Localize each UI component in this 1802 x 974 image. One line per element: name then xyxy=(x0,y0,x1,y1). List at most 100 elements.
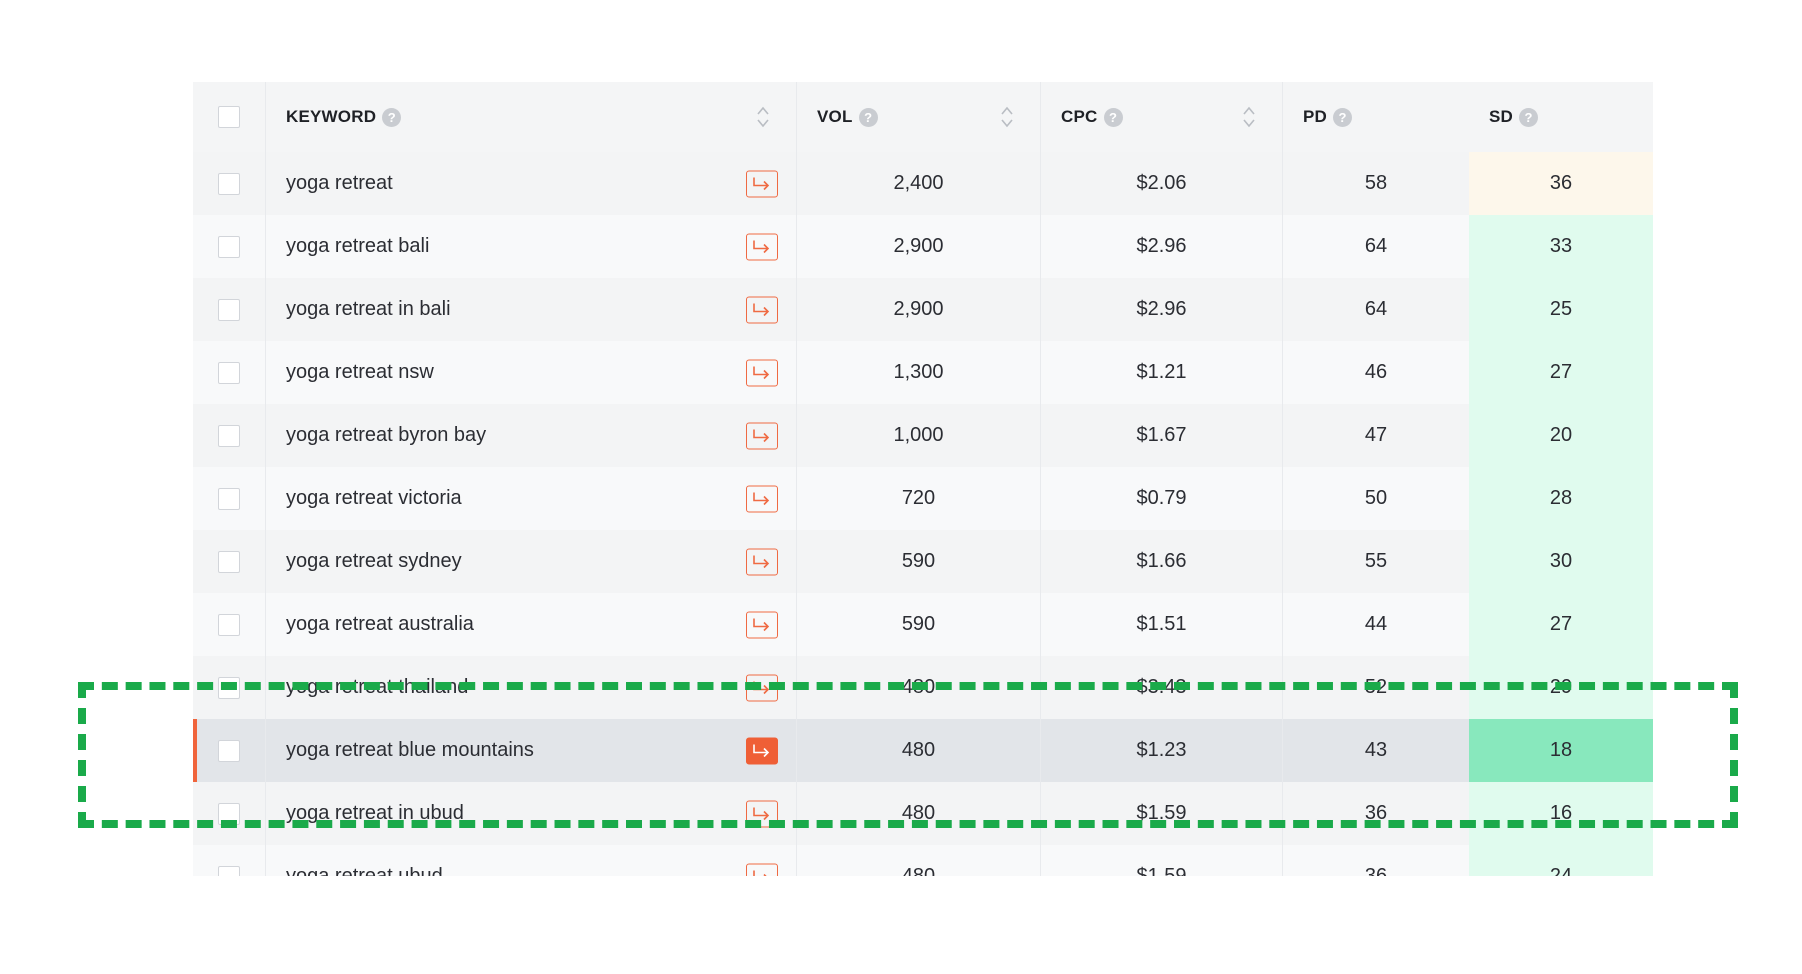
pd-cell: 44 xyxy=(1283,593,1469,656)
open-keyword-button[interactable] xyxy=(746,548,778,575)
sd-column-header[interactable]: SD ? xyxy=(1469,82,1653,152)
keyword-cell: yoga retreat sydney xyxy=(265,530,797,593)
table-row[interactable]: yoga retreat blue mountains 480 $1.23 43 18 xyxy=(193,719,1653,782)
cpc-header-label: CPC xyxy=(1061,107,1098,126)
row-checkbox[interactable] xyxy=(218,298,240,321)
row-select-cell xyxy=(193,845,265,876)
keyword-sort-icon[interactable] xyxy=(756,105,770,129)
keyword-text[interactable]: yoga retreat in ubud xyxy=(286,802,464,825)
table-row[interactable]: yoga retreat byron bay 1,000 $1.67 47 20 xyxy=(193,404,1653,467)
keyword-text[interactable]: yoga retreat in bali xyxy=(286,298,451,321)
open-in-icon xyxy=(753,366,770,380)
select-all-checkbox[interactable] xyxy=(218,106,240,128)
sd-cell: 16 xyxy=(1469,782,1653,845)
row-checkbox[interactable] xyxy=(218,361,240,384)
vol-value: 1,300 xyxy=(893,361,944,383)
pd-value: 64 xyxy=(1364,235,1388,257)
row-select-cell xyxy=(193,719,265,782)
cpc-column-header[interactable]: CPC ? xyxy=(1041,82,1283,152)
open-in-icon xyxy=(753,429,770,443)
row-checkbox[interactable] xyxy=(218,172,240,195)
table-row[interactable]: yoga retreat ubud 480 $1.59 36 24 xyxy=(193,845,1653,876)
keyword-text[interactable]: yoga retreat byron bay xyxy=(286,424,486,447)
open-in-icon xyxy=(753,240,770,254)
cpc-cell: $1.51 xyxy=(1041,593,1283,656)
vol-header-label: VOL xyxy=(817,107,853,126)
sd-value: 20 xyxy=(1549,424,1573,446)
open-keyword-button[interactable] xyxy=(746,296,778,323)
row-checkbox[interactable] xyxy=(218,865,240,876)
row-checkbox[interactable] xyxy=(218,487,240,510)
keyword-text[interactable]: yoga retreat victoria xyxy=(286,487,462,510)
vol-cell: 720 xyxy=(797,467,1041,530)
open-keyword-button[interactable] xyxy=(746,863,778,876)
table-row[interactable]: yoga retreat in ubud 480 $1.59 36 16 xyxy=(193,782,1653,845)
vol-sort-icon[interactable] xyxy=(1000,105,1014,129)
sd-value: 16 xyxy=(1549,802,1573,824)
keyword-text[interactable]: yoga retreat bali xyxy=(286,235,429,258)
vol-value: 2,900 xyxy=(893,235,944,257)
table-row[interactable]: yoga retreat in bali 2,900 $2.96 64 25 xyxy=(193,278,1653,341)
keyword-text[interactable]: yoga retreat sydney xyxy=(286,550,462,573)
row-checkbox[interactable] xyxy=(218,550,240,573)
row-select-cell xyxy=(193,278,265,341)
row-select-cell xyxy=(193,656,265,719)
keyword-cell: yoga retreat xyxy=(265,152,797,215)
keyword-text[interactable]: yoga retreat thailand xyxy=(286,676,468,699)
sd-cell: 27 xyxy=(1469,341,1653,404)
cpc-help-icon[interactable]: ? xyxy=(1103,107,1123,127)
pd-cell: 58 xyxy=(1283,152,1469,215)
open-keyword-button[interactable] xyxy=(746,800,778,827)
sd-value: 27 xyxy=(1549,361,1573,383)
cpc-cell: $1.66 xyxy=(1041,530,1283,593)
cpc-sort-icon[interactable] xyxy=(1242,105,1256,129)
table-row[interactable]: yoga retreat sydney 590 $1.66 55 30 xyxy=(193,530,1653,593)
cpc-value: $1.66 xyxy=(1136,550,1187,572)
table-row[interactable]: yoga retreat thailand 480 $3.43 52 29 xyxy=(193,656,1653,719)
open-keyword-button[interactable] xyxy=(746,170,778,197)
open-keyword-button[interactable] xyxy=(746,737,778,764)
keyword-text[interactable]: yoga retreat australia xyxy=(286,613,474,636)
open-keyword-button[interactable] xyxy=(746,359,778,386)
cpc-value: $3.43 xyxy=(1136,676,1187,698)
row-checkbox[interactable] xyxy=(218,613,240,636)
sd-cell: 28 xyxy=(1469,467,1653,530)
open-keyword-button[interactable] xyxy=(746,422,778,449)
row-select-cell xyxy=(193,782,265,845)
keyword-cell: yoga retreat australia xyxy=(265,593,797,656)
table-row[interactable]: yoga retreat 2,400 $2.06 58 36 xyxy=(193,152,1653,215)
sd-help-icon[interactable]: ? xyxy=(1519,107,1539,127)
vol-cell: 1,000 xyxy=(797,404,1041,467)
keyword-text[interactable]: yoga retreat blue mountains xyxy=(286,739,534,762)
pd-value: 43 xyxy=(1364,739,1388,761)
open-in-icon xyxy=(753,681,770,695)
pd-value: 47 xyxy=(1364,424,1388,446)
row-checkbox[interactable] xyxy=(218,802,240,825)
table-row[interactable]: yoga retreat victoria 720 $0.79 50 28 xyxy=(193,467,1653,530)
row-checkbox[interactable] xyxy=(218,676,240,699)
vol-column-header[interactable]: VOL ? xyxy=(797,82,1041,152)
row-checkbox[interactable] xyxy=(218,424,240,447)
cpc-value: $1.59 xyxy=(1136,865,1187,876)
keyword-text[interactable]: yoga retreat nsw xyxy=(286,361,434,384)
open-keyword-button[interactable] xyxy=(746,674,778,701)
keyword-text[interactable]: yoga retreat xyxy=(286,172,393,195)
sd-cell: 25 xyxy=(1469,278,1653,341)
open-keyword-button[interactable] xyxy=(746,485,778,512)
open-keyword-button[interactable] xyxy=(746,233,778,260)
pd-cell: 52 xyxy=(1283,656,1469,719)
keyword-column-header[interactable]: KEYWORD ? xyxy=(265,82,797,152)
open-in-icon xyxy=(753,744,770,758)
keyword-help-icon[interactable]: ? xyxy=(382,107,402,127)
table-row[interactable]: yoga retreat nsw 1,300 $1.21 46 27 xyxy=(193,341,1653,404)
row-checkbox[interactable] xyxy=(218,739,240,762)
open-keyword-button[interactable] xyxy=(746,611,778,638)
pd-help-icon[interactable]: ? xyxy=(1333,107,1353,127)
table-row[interactable]: yoga retreat bali 2,900 $2.96 64 33 xyxy=(193,215,1653,278)
keyword-cell: yoga retreat victoria xyxy=(265,467,797,530)
table-row[interactable]: yoga retreat australia 590 $1.51 44 27 xyxy=(193,593,1653,656)
keyword-text[interactable]: yoga retreat ubud xyxy=(286,865,443,876)
pd-column-header[interactable]: PD ? xyxy=(1283,82,1469,152)
row-checkbox[interactable] xyxy=(218,235,240,258)
vol-help-icon[interactable]: ? xyxy=(858,107,878,127)
